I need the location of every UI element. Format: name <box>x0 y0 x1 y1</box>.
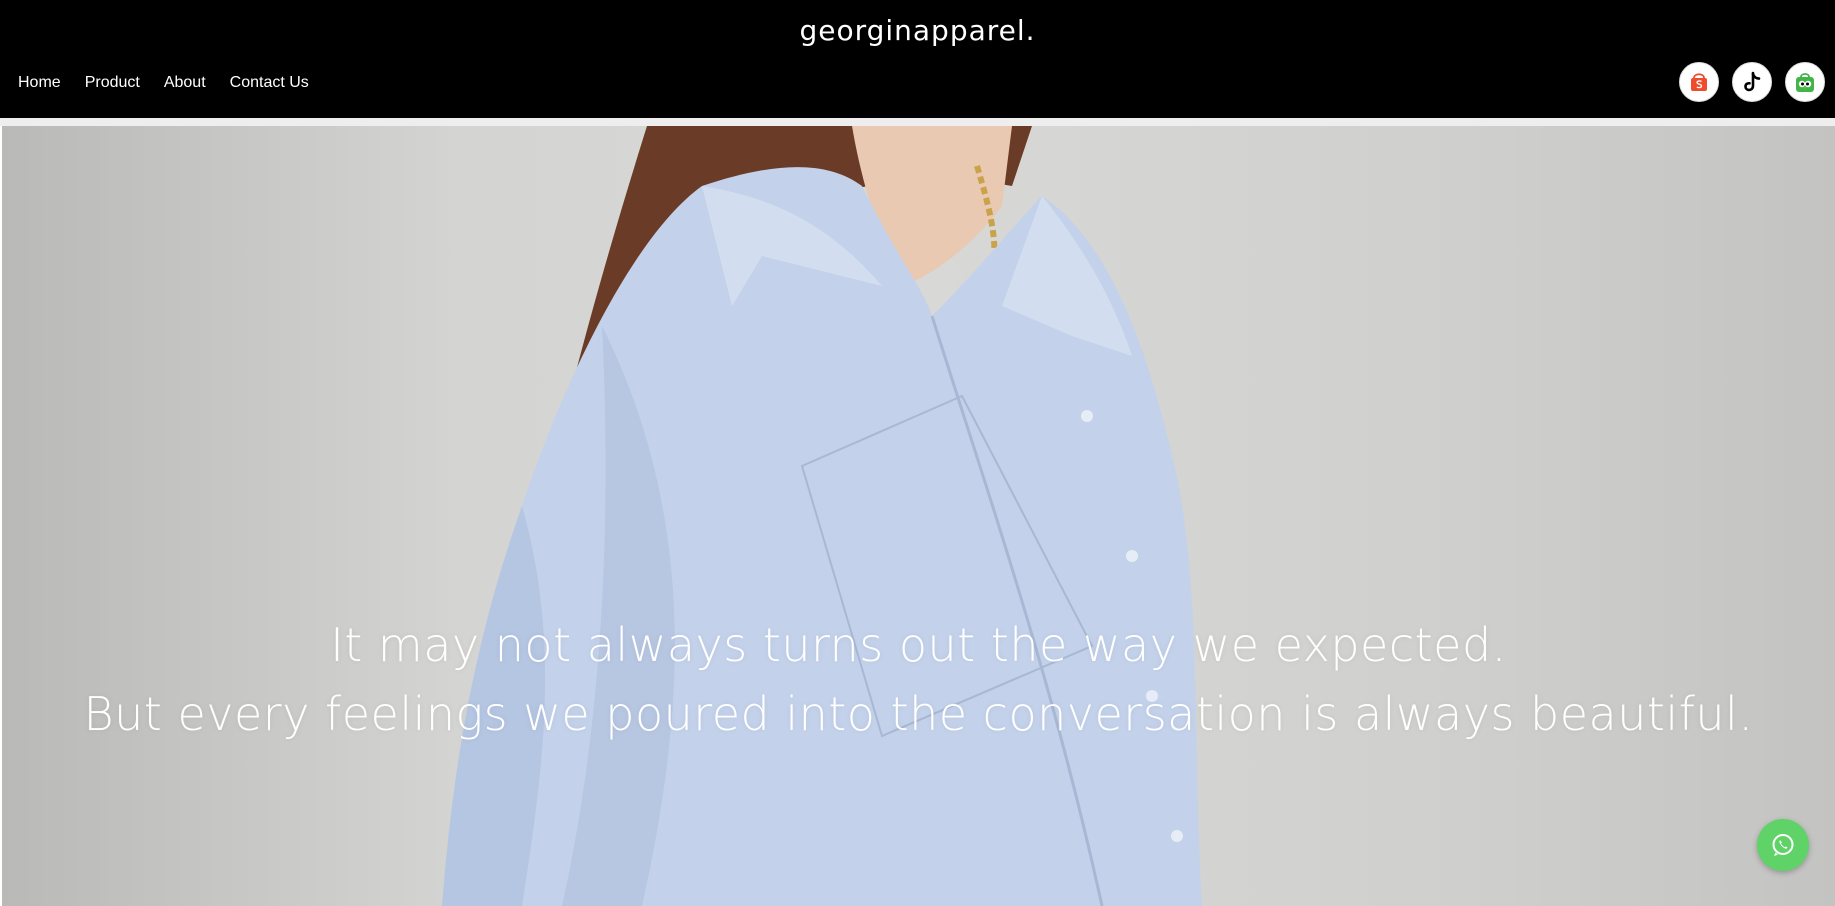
whatsapp-icon <box>1772 834 1794 856</box>
tiktok-icon <box>1744 71 1761 92</box>
nav-home[interactable]: Home <box>18 74 61 92</box>
social-links <box>1679 62 1825 102</box>
whatsapp-button[interactable] <box>1757 819 1809 871</box>
nav-about[interactable]: About <box>164 74 206 92</box>
tiktok-link[interactable] <box>1732 62 1772 102</box>
header-divider <box>0 118 1835 126</box>
nav-contact-us[interactable]: Contact Us <box>230 74 309 92</box>
brand-logo[interactable]: georginapparel. <box>0 14 1835 47</box>
tokopedia-icon <box>1796 73 1814 92</box>
hero-banner: It may not always turns out the way we e… <box>2 126 1835 906</box>
shopee-icon <box>1691 73 1707 91</box>
site-header: georginapparel. Home Product About Conta… <box>0 0 1835 118</box>
tokopedia-link[interactable] <box>1785 62 1825 102</box>
hero-quote-line-2: But every feelings we poured into the co… <box>83 687 1754 741</box>
shopee-link[interactable] <box>1679 62 1719 102</box>
hero-image <box>442 126 1202 906</box>
main-nav: Home Product About Contact Us <box>18 74 309 92</box>
hero-quote-line-1: It may not always turns out the way we e… <box>330 618 1507 672</box>
nav-product[interactable]: Product <box>85 74 140 92</box>
